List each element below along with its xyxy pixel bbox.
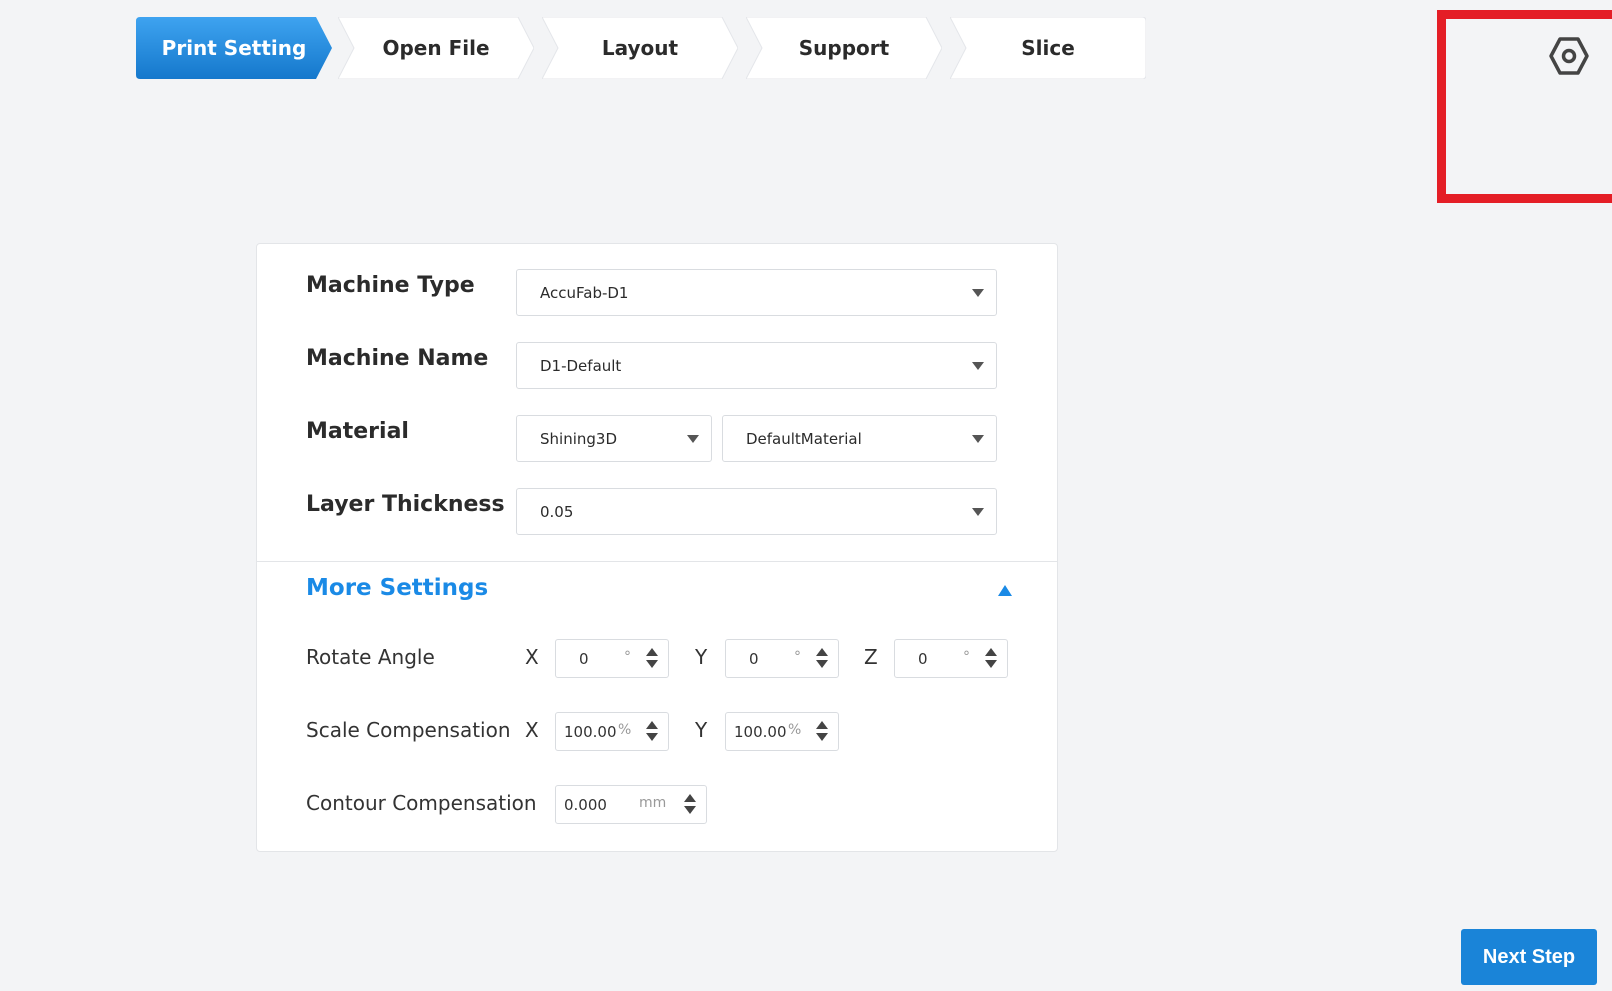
divider — [257, 561, 1057, 562]
rotate-z-label: Z — [864, 645, 878, 669]
stepper-arrows-icon[interactable] — [684, 794, 696, 816]
material-brand-value: Shining3D — [540, 429, 617, 448]
machine-name-select[interactable]: D1-Default — [516, 342, 997, 389]
hex-nut-settings-icon — [1549, 37, 1589, 75]
chevron-down-icon — [687, 435, 699, 443]
machine-type-label: Machine Type — [306, 273, 475, 298]
chevron-down-icon — [972, 508, 984, 516]
contour-compensation-unit: mm — [639, 795, 667, 811]
print-settings-card: Machine Type AccuFab-D1 Machine Name D1-… — [256, 243, 1058, 852]
rotate-y-value: 0 — [749, 650, 759, 668]
settings-icon[interactable] — [1548, 35, 1590, 77]
stepper-arrows-icon[interactable] — [646, 721, 658, 743]
next-step-button[interactable]: Next Step — [1461, 929, 1597, 985]
rotate-x-input[interactable]: 0 ° — [555, 639, 669, 678]
step-slice-label: Slice — [1021, 36, 1075, 60]
machine-name-label: Machine Name — [306, 346, 489, 371]
step-layout[interactable]: Layout — [542, 17, 738, 79]
step-print-setting[interactable]: Print Setting — [136, 17, 332, 79]
step-slice[interactable]: Slice — [950, 17, 1146, 79]
step-layout-label: Layout — [601, 36, 679, 60]
rotate-y-unit: ° — [794, 649, 801, 665]
scale-x-input[interactable]: 100.00 % — [555, 712, 669, 751]
contour-compensation-value: 0.000 — [564, 796, 607, 814]
rotate-x-unit: ° — [624, 649, 631, 665]
step-open-file-label: Open File — [382, 36, 490, 60]
rotate-z-value: 0 — [918, 650, 928, 668]
rotate-x-value: 0 — [579, 650, 589, 668]
scale-y-unit: % — [788, 722, 802, 738]
layer-thickness-value: 0.05 — [540, 502, 574, 521]
scale-x-value: 100.00 — [564, 723, 617, 741]
step-support-label: Support — [798, 36, 890, 60]
contour-compensation-input[interactable]: 0.000 mm — [555, 785, 707, 824]
material-brand-select[interactable]: Shining3D — [516, 415, 712, 462]
machine-name-value: D1-Default — [540, 356, 622, 375]
machine-type-value: AccuFab-D1 — [540, 283, 629, 302]
scale-compensation-label: Scale Compensation — [306, 718, 511, 742]
layer-thickness-label: Layer Thickness — [306, 492, 505, 517]
stepper-arrows-icon[interactable] — [816, 721, 828, 743]
chevron-down-icon — [972, 362, 984, 370]
rotate-y-label: Y — [695, 645, 708, 669]
material-label: Material — [306, 419, 409, 444]
chevron-down-icon — [972, 289, 984, 297]
stepper-arrows-icon[interactable] — [985, 648, 997, 670]
stepper-arrows-icon[interactable] — [646, 648, 658, 670]
material-select[interactable]: DefaultMaterial — [722, 415, 997, 462]
layer-thickness-select[interactable]: 0.05 — [516, 488, 997, 535]
collapse-icon[interactable] — [998, 585, 1012, 596]
rotate-z-unit: ° — [963, 649, 970, 665]
rotate-angle-label: Rotate Angle — [306, 645, 435, 669]
scale-y-label: Y — [695, 718, 708, 742]
scale-x-label: X — [525, 718, 539, 742]
scale-y-value: 100.00 — [734, 723, 787, 741]
machine-type-select[interactable]: AccuFab-D1 — [516, 269, 997, 316]
more-settings-title[interactable]: More Settings — [306, 575, 488, 601]
stepper-arrows-icon[interactable] — [816, 648, 828, 670]
rotate-x-label: X — [525, 645, 539, 669]
step-navigation: Print Setting Open File Layout Support S… — [136, 17, 1146, 79]
rotate-z-input[interactable]: 0 ° — [894, 639, 1008, 678]
contour-compensation-label: Contour Compensation — [306, 791, 537, 815]
material-value: DefaultMaterial — [746, 429, 862, 448]
rotate-y-input[interactable]: 0 ° — [725, 639, 839, 678]
step-open-file[interactable]: Open File — [338, 17, 534, 79]
step-print-setting-label: Print Setting — [161, 36, 307, 60]
chevron-down-icon — [972, 435, 984, 443]
step-support[interactable]: Support — [746, 17, 942, 79]
scale-y-input[interactable]: 100.00 % — [725, 712, 839, 751]
scale-x-unit: % — [618, 722, 632, 738]
